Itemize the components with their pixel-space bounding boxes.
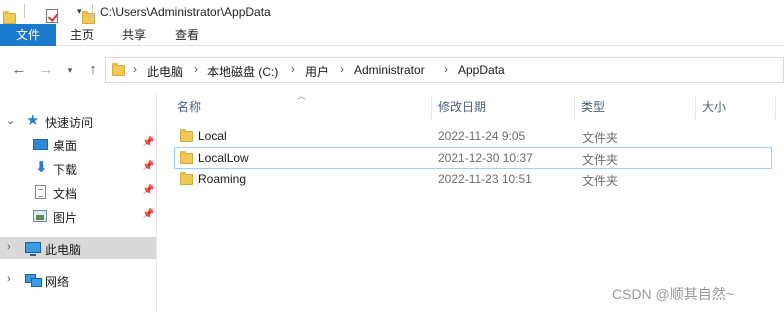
download-icon: ⬇ bbox=[35, 159, 48, 176]
sidebar-item-desktop[interactable]: 桌面 📌 bbox=[0, 133, 156, 155]
breadcrumb-administrator[interactable]: Administrator bbox=[354, 63, 425, 77]
file-name: Roaming bbox=[198, 172, 247, 186]
sidebar-item-label: 桌面 bbox=[53, 139, 78, 153]
file-type: 文件夹 bbox=[582, 131, 619, 145]
pin-icon: 📌 bbox=[142, 185, 155, 196]
customize-toolbar-dropdown-icon[interactable]: ▾ bbox=[77, 6, 82, 17]
breadcrumb-local-disk[interactable]: 本地磁盘 (C:) bbox=[207, 63, 278, 80]
sidebar-item-this-pc[interactable]: › 此电脑 bbox=[0, 237, 156, 259]
network-icon bbox=[25, 274, 42, 287]
folder-icon bbox=[180, 151, 193, 164]
folder-icon bbox=[3, 10, 16, 24]
chevron-down-icon[interactable]: ⌄ bbox=[6, 114, 15, 127]
file-type: 文件夹 bbox=[582, 153, 619, 167]
column-divider[interactable] bbox=[431, 95, 432, 119]
chevron-right-icon[interactable]: › bbox=[7, 273, 11, 285]
chevron-right-icon[interactable]: › bbox=[7, 241, 11, 253]
breadcrumb-this-pc[interactable]: 此电脑 bbox=[147, 63, 183, 80]
back-icon[interactable]: ← bbox=[10, 60, 28, 80]
column-divider[interactable] bbox=[574, 95, 575, 119]
tab-view[interactable]: 查看 bbox=[163, 24, 211, 46]
new-folder-icon[interactable] bbox=[82, 10, 95, 24]
sidebar-item-label: 此电脑 bbox=[45, 243, 82, 257]
breadcrumb-chevron-icon[interactable]: › bbox=[194, 62, 198, 76]
file-type: 文件夹 bbox=[582, 174, 619, 188]
sidebar-item-label: 网络 bbox=[45, 275, 70, 289]
column-header-modified[interactable]: 修改日期 bbox=[434, 93, 573, 121]
tab-home[interactable]: 主页 bbox=[58, 24, 106, 46]
folder-icon bbox=[112, 63, 125, 76]
column-header-name[interactable]: 名称 bbox=[173, 93, 430, 121]
column-divider[interactable] bbox=[695, 95, 696, 119]
breadcrumb-chevron-icon[interactable]: › bbox=[444, 62, 448, 76]
star-icon: ★ bbox=[26, 112, 40, 129]
file-list: ︿ 名称 修改日期 类型 大小 Local 2022-11-24 9:05 文件… bbox=[158, 86, 784, 312]
ribbon-tabs: 文件 主页 共享 查看 bbox=[0, 24, 784, 46]
pin-icon: 📌 bbox=[142, 209, 155, 220]
navigation-pane: ⌄ ★ 快速访问 桌面 📌 ⬇ 下载 📌 文档 📌 图片 📌 › 此电脑 › 网… bbox=[0, 92, 157, 312]
toolbar-divider bbox=[92, 4, 93, 18]
recent-locations-chevron-down-icon[interactable]: ▾ bbox=[61, 60, 79, 80]
table-row[interactable]: LocalLow 2021-12-30 10:37 文件夹 bbox=[174, 147, 772, 169]
column-header-type[interactable]: 类型 bbox=[577, 93, 694, 121]
forward-icon[interactable]: → bbox=[37, 60, 55, 80]
table-row[interactable]: Local 2022-11-24 9:05 文件夹 bbox=[174, 125, 772, 147]
sidebar-item-pictures[interactable]: 图片 📌 bbox=[0, 205, 156, 227]
folder-icon bbox=[180, 172, 193, 185]
breadcrumb-appdata[interactable]: AppData bbox=[458, 63, 505, 77]
properties-icon[interactable] bbox=[46, 9, 58, 23]
file-name: LocalLow bbox=[198, 151, 249, 165]
desktop-icon bbox=[33, 139, 48, 150]
sidebar-item-network[interactable]: › 网络 bbox=[0, 269, 156, 291]
breadcrumb-chevron-icon[interactable]: › bbox=[340, 62, 344, 76]
tab-file[interactable]: 文件 bbox=[0, 24, 56, 46]
column-header-size[interactable]: 大小 bbox=[698, 93, 773, 121]
breadcrumb-chevron-icon[interactable]: › bbox=[133, 62, 137, 76]
document-icon bbox=[35, 185, 46, 199]
sidebar-item-label: 图片 bbox=[53, 211, 78, 225]
file-modified: 2022-11-23 10:51 bbox=[438, 172, 532, 186]
sidebar-item-quick-access[interactable]: ⌄ ★ 快速访问 bbox=[0, 110, 156, 132]
breadcrumb-chevron-icon[interactable]: › bbox=[291, 62, 295, 76]
sidebar-item-label: 快速访问 bbox=[45, 116, 94, 130]
sidebar-item-downloads[interactable]: ⬇ 下载 📌 bbox=[0, 157, 156, 179]
title-bar: ▾ C:\Users\Administrator\AppData bbox=[0, 0, 784, 24]
sidebar-item-label: 下载 bbox=[53, 163, 78, 177]
tab-share[interactable]: 共享 bbox=[110, 24, 158, 46]
folder-icon bbox=[180, 129, 193, 142]
file-name: Local bbox=[198, 129, 227, 143]
up-icon[interactable]: ↑ bbox=[84, 60, 102, 80]
pin-icon: 📌 bbox=[142, 137, 155, 148]
breadcrumb-users[interactable]: 用户 bbox=[305, 63, 329, 80]
address-bar[interactable]: › 此电脑 › 本地磁盘 (C:) › 用户 › Administrator ›… bbox=[105, 57, 784, 83]
column-divider[interactable] bbox=[775, 95, 776, 119]
pin-icon: 📌 bbox=[142, 161, 155, 172]
file-modified: 2022-11-24 9:05 bbox=[438, 129, 526, 143]
sidebar-item-documents[interactable]: 文档 📌 bbox=[0, 181, 156, 203]
sidebar-item-label: 文档 bbox=[53, 187, 78, 201]
navigation-bar: ← → ▾ ↑ › 此电脑 › 本地磁盘 (C:) › 用户 › Adminis… bbox=[0, 56, 784, 84]
pictures-icon bbox=[33, 210, 47, 222]
computer-icon bbox=[25, 242, 41, 256]
window-title: C:\Users\Administrator\AppData bbox=[100, 5, 271, 19]
table-row[interactable]: Roaming 2022-11-23 10:51 文件夹 bbox=[174, 168, 772, 190]
toolbar-divider bbox=[24, 4, 25, 18]
watermark: CSDN @顺其自然~ bbox=[612, 286, 734, 302]
file-modified: 2021-12-30 10:37 bbox=[438, 151, 533, 165]
